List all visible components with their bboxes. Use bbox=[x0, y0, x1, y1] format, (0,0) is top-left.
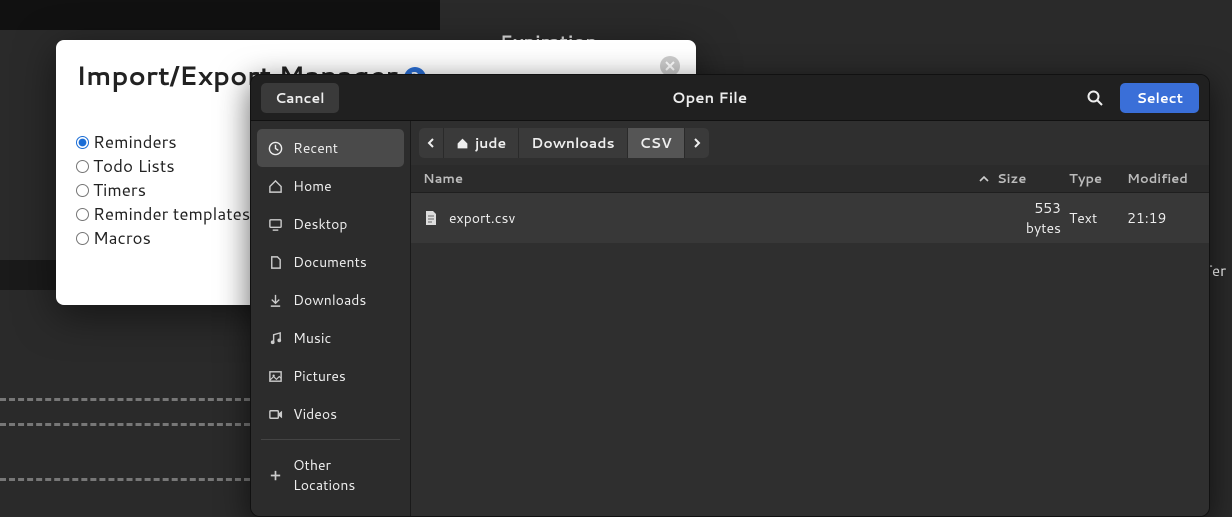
sidebar-item-label: Videos bbox=[293, 404, 337, 424]
chevron-right-icon bbox=[693, 138, 701, 148]
sort-asc-icon bbox=[979, 175, 989, 183]
sidebar-item-label: Music bbox=[293, 328, 331, 348]
option-label: Reminder templates bbox=[93, 202, 250, 226]
plus-icon bbox=[267, 467, 283, 483]
path-segment-csv[interactable]: CSV bbox=[628, 128, 685, 158]
radio-todo-lists[interactable] bbox=[76, 160, 89, 173]
sidebar-item-label: Recent bbox=[293, 138, 338, 158]
sidebar-item-pictures[interactable]: Pictures bbox=[257, 357, 404, 395]
sidebar-item-label: Other Locations bbox=[293, 455, 394, 495]
radio-reminder-templates[interactable] bbox=[76, 208, 89, 221]
sidebar-item-recent[interactable]: Recent bbox=[257, 129, 404, 167]
path-label: CSV bbox=[640, 133, 672, 153]
chevron-left-icon bbox=[427, 138, 435, 148]
dialog-header: Cancel Open File Select bbox=[251, 75, 1209, 121]
file-icon bbox=[423, 210, 439, 226]
search-icon bbox=[1086, 89, 1104, 107]
videos-icon bbox=[267, 406, 283, 422]
sidebar-item-label: Desktop bbox=[293, 214, 347, 234]
music-icon bbox=[267, 330, 283, 346]
radio-macros[interactable] bbox=[76, 232, 89, 245]
column-type[interactable]: Type bbox=[1069, 170, 1127, 188]
column-name[interactable]: Name bbox=[419, 170, 971, 188]
sidebar-item-other-locations[interactable]: Other Locations bbox=[257, 446, 404, 504]
radio-reminders[interactable] bbox=[76, 136, 89, 149]
sidebar-item-desktop[interactable]: Desktop bbox=[257, 205, 404, 243]
downloads-icon bbox=[267, 292, 283, 308]
bg-divider bbox=[0, 478, 250, 481]
sidebar-item-downloads[interactable]: Downloads bbox=[257, 281, 404, 319]
search-button[interactable] bbox=[1080, 83, 1110, 113]
sidebar-item-label: Pictures bbox=[293, 366, 346, 386]
sidebar-item-label: Home bbox=[293, 176, 332, 196]
option-label: Timers bbox=[93, 178, 146, 202]
path-segment-downloads[interactable]: Downloads bbox=[519, 128, 627, 158]
sidebar-item-label: Documents bbox=[293, 252, 367, 272]
file-row[interactable]: export.csv 553 bytes Text 21:19 bbox=[411, 193, 1209, 243]
path-back-button[interactable] bbox=[419, 128, 444, 158]
cancel-button[interactable]: Cancel bbox=[261, 83, 339, 113]
radio-timers[interactable] bbox=[76, 184, 89, 197]
dialog-title: Open File bbox=[672, 87, 747, 108]
clock-icon bbox=[267, 140, 283, 156]
select-button[interactable]: Select bbox=[1120, 83, 1199, 113]
bg-strip bbox=[0, 0, 440, 30]
path-segments: jude Downloads CSV bbox=[419, 128, 709, 158]
documents-icon bbox=[267, 254, 283, 270]
path-label: Downloads bbox=[531, 133, 614, 153]
dialog-body: Recent Home Desktop Documents bbox=[251, 121, 1209, 516]
file-open-dialog: Cancel Open File Select Recent bbox=[250, 74, 1210, 517]
close-button[interactable] bbox=[660, 56, 680, 76]
close-icon bbox=[665, 61, 675, 71]
bg-strip-2 bbox=[0, 260, 56, 290]
path-label: jude bbox=[475, 133, 506, 153]
column-headers: Name Size Type Modified bbox=[411, 165, 1209, 193]
option-label: Todo Lists bbox=[93, 154, 175, 178]
bg-divider bbox=[0, 398, 250, 401]
column-modified[interactable]: Modified bbox=[1127, 170, 1201, 188]
home-icon bbox=[456, 137, 469, 150]
pictures-icon bbox=[267, 368, 283, 384]
desktop-icon bbox=[267, 216, 283, 232]
home-icon bbox=[267, 178, 283, 194]
bg-divider bbox=[0, 423, 250, 426]
file-size: 553 bytes bbox=[997, 198, 1069, 238]
column-size[interactable]: Size bbox=[997, 170, 1069, 188]
sidebar-item-label: Downloads bbox=[293, 290, 366, 310]
path-forward-button[interactable] bbox=[685, 128, 709, 158]
file-type: Text bbox=[1069, 208, 1127, 228]
sidebar-item-music[interactable]: Music bbox=[257, 319, 404, 357]
file-name: export.csv bbox=[449, 208, 515, 228]
file-rows: export.csv 553 bytes Text 21:19 bbox=[411, 193, 1209, 516]
header-right: Select bbox=[1080, 83, 1199, 113]
path-bar: jude Downloads CSV bbox=[411, 121, 1209, 165]
file-modified: 21:19 bbox=[1127, 208, 1201, 228]
sort-indicator[interactable] bbox=[971, 175, 997, 183]
sidebar-item-videos[interactable]: Videos bbox=[257, 395, 404, 433]
option-label: Macros bbox=[93, 226, 151, 250]
sidebar-divider bbox=[261, 439, 400, 440]
path-segment-home[interactable]: jude bbox=[444, 128, 519, 158]
sidebar-item-documents[interactable]: Documents bbox=[257, 243, 404, 281]
file-list-panel: jude Downloads CSV Name bbox=[411, 121, 1209, 516]
places-sidebar: Recent Home Desktop Documents bbox=[251, 121, 411, 516]
sidebar-item-home[interactable]: Home bbox=[257, 167, 404, 205]
option-label: Reminders bbox=[93, 130, 177, 154]
